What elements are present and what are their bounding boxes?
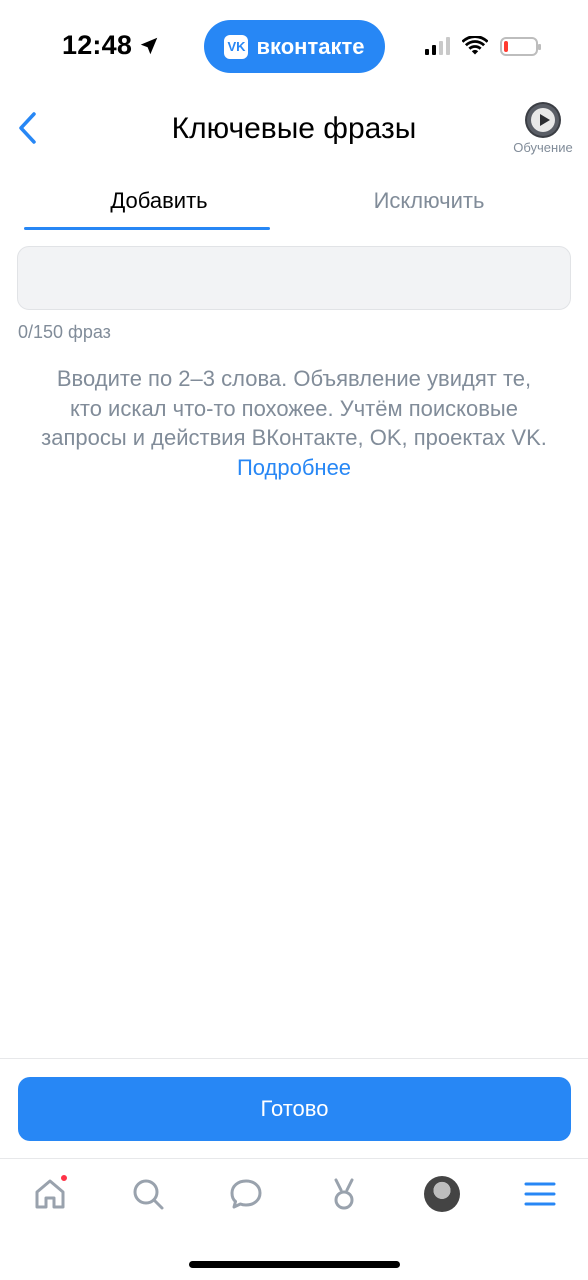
- tabbar-divider: [0, 1158, 588, 1159]
- search-icon: [133, 1179, 164, 1210]
- clips-icon: [334, 1178, 354, 1210]
- home-badge: [60, 1174, 68, 1182]
- vk-app-pill[interactable]: VK вконтакте: [204, 20, 385, 73]
- avatar: [424, 1176, 460, 1212]
- hint-text: Вводите по 2–3 слова. Объявление увидят …: [41, 366, 547, 450]
- tabbar-clips[interactable]: [324, 1174, 364, 1214]
- footer-divider: [0, 1058, 588, 1059]
- status-indicators: [425, 36, 541, 56]
- tabbar-search[interactable]: [128, 1174, 168, 1214]
- phrases-input[interactable]: [17, 246, 571, 310]
- tab-add[interactable]: Добавить: [24, 178, 294, 232]
- home-indicator: [189, 1261, 400, 1268]
- tabbar-messages[interactable]: [226, 1174, 266, 1214]
- messages-icon: [230, 1179, 262, 1209]
- nav-header: Ключевые фразы Обучение: [0, 90, 588, 170]
- tab-exclude[interactable]: Исключить: [294, 178, 564, 232]
- location-arrow-icon: [140, 37, 158, 54]
- menu-icon: [524, 1182, 556, 1206]
- tabbar-home[interactable]: [30, 1174, 70, 1214]
- page-title: Ключевые фразы: [171, 112, 417, 145]
- tabbar-menu[interactable]: [520, 1174, 560, 1214]
- hint-block: Вводите по 2–3 слова. Объявление увидят …: [40, 364, 548, 482]
- bottom-tabbar: [0, 1166, 588, 1226]
- tutorial-button[interactable]: Обучение: [508, 102, 578, 155]
- wifi-icon: [462, 36, 488, 55]
- tabbar-profile[interactable]: [422, 1174, 462, 1214]
- vk-logo-icon: VK: [224, 34, 249, 59]
- status-time-text: 12:48: [62, 30, 133, 60]
- learn-more-link[interactable]: Подробнее: [40, 453, 548, 483]
- status-time: 12:48: [62, 30, 160, 61]
- status-bar: 12:48 VK вконтакте: [0, 0, 588, 90]
- play-icon: [525, 102, 561, 138]
- tutorial-label: Обучение: [513, 140, 573, 155]
- vk-app-pill-label: вконтакте: [256, 33, 365, 59]
- cellular-signal-icon: [425, 37, 450, 55]
- tab-add-label: Добавить: [110, 188, 208, 213]
- phrases-counter: 0/150 фраз: [18, 322, 111, 342]
- battery-icon: [500, 36, 541, 56]
- screen: 12:48 VK вконтакте Ключевые фразы Обучен…: [0, 0, 588, 1280]
- tab-exclude-label: Исключить: [373, 188, 485, 213]
- segment-tabs: Добавить Исключить: [24, 178, 564, 232]
- done-button[interactable]: Готово: [18, 1077, 571, 1141]
